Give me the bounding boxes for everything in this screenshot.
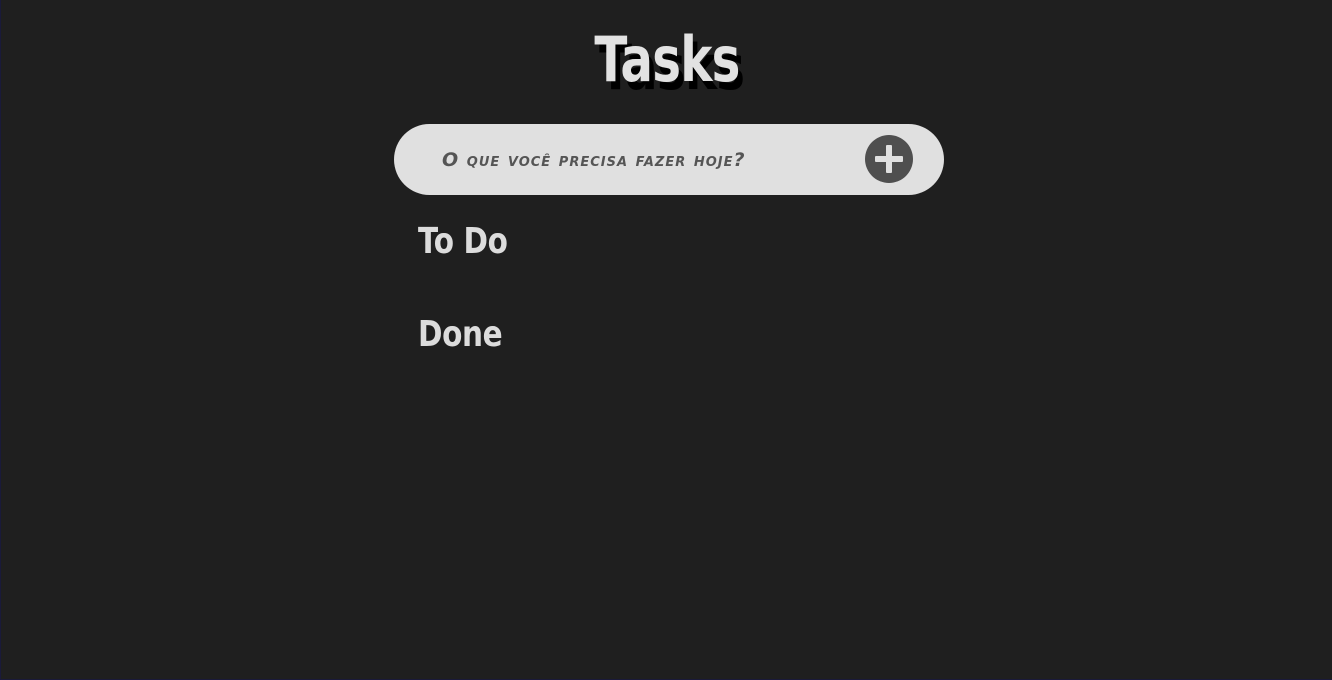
todo-section-heading: To Do xyxy=(418,221,508,262)
done-section-heading: Done xyxy=(418,314,503,355)
new-task-input[interactable] xyxy=(442,141,842,179)
add-task-button[interactable] xyxy=(865,135,913,183)
plus-icon xyxy=(875,145,903,173)
tasks-app: Tasks To Do Done xyxy=(1,0,1332,680)
page-title: Tasks xyxy=(594,23,740,96)
new-task-form xyxy=(394,124,944,195)
